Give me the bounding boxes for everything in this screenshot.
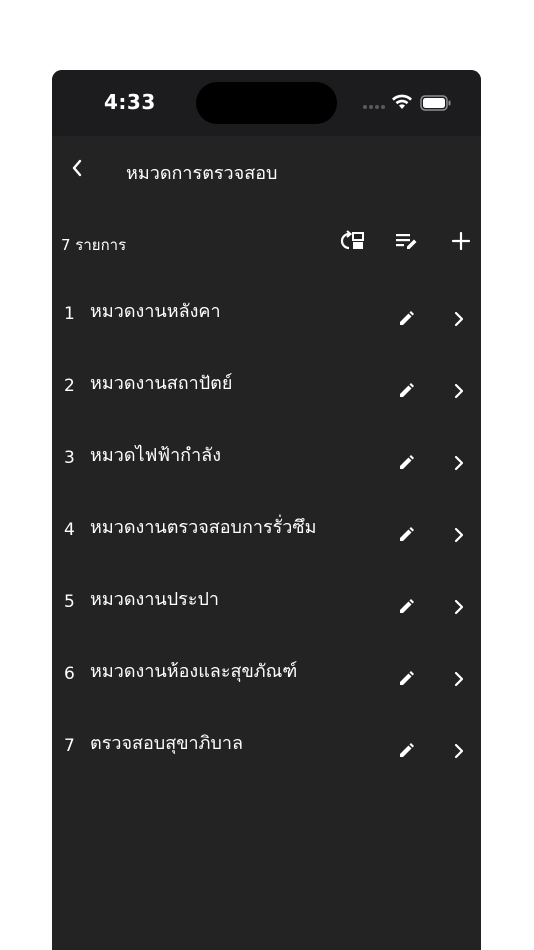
reorder-swap-icon[interactable] bbox=[339, 230, 365, 252]
status-bar: 4:33 bbox=[52, 70, 481, 136]
item-number: 3 bbox=[64, 448, 75, 468]
list-item[interactable]: 2 หมวดงานสถาปัตย์ bbox=[52, 342, 481, 414]
list-item[interactable]: 7 ตรวจสอบสุขาภิบาล bbox=[52, 702, 481, 774]
battery-icon bbox=[420, 95, 451, 111]
chevron-left-icon[interactable] bbox=[70, 158, 84, 178]
item-title: หมวดไฟฟ้ากำลัง bbox=[90, 445, 222, 466]
pencil-icon[interactable] bbox=[397, 382, 415, 400]
pencil-icon[interactable] bbox=[397, 670, 415, 688]
chevron-right-icon[interactable] bbox=[453, 598, 465, 616]
item-number: 6 bbox=[64, 664, 75, 684]
item-title: หมวดงานหลังคา bbox=[90, 301, 221, 322]
item-number: 2 bbox=[64, 376, 75, 396]
list-item[interactable]: 1 หมวดงานหลังคา bbox=[52, 270, 481, 342]
item-title: หมวดงานประปา bbox=[90, 589, 220, 610]
list-toolbar: 7 รายการ bbox=[52, 222, 481, 262]
pencil-icon[interactable] bbox=[397, 310, 415, 328]
item-title: ตรวจสอบสุขาภิบาล bbox=[90, 733, 244, 754]
list-item[interactable]: 5 หมวดงานประปา bbox=[52, 558, 481, 630]
app-screen: 4:33 หมวดการตรวจสอบ 7 รายการ 1 หมวดงานหล… bbox=[52, 70, 481, 950]
item-number: 5 bbox=[64, 592, 75, 612]
status-time: 4:33 bbox=[104, 90, 156, 114]
chevron-right-icon[interactable] bbox=[453, 454, 465, 472]
item-number: 1 bbox=[64, 304, 75, 324]
pencil-icon[interactable] bbox=[397, 742, 415, 760]
list-item[interactable]: 3 หมวดไฟฟ้ากำลัง bbox=[52, 414, 481, 486]
item-title: หมวดงานห้องและสุขภัณฑ์ bbox=[90, 661, 298, 682]
page-title: หมวดการตรวจสอบ bbox=[126, 163, 278, 184]
item-title: หมวดงานตรวจสอบการรั่วซึม bbox=[90, 517, 317, 538]
wifi-icon bbox=[392, 94, 412, 109]
chevron-right-icon[interactable] bbox=[453, 670, 465, 688]
chevron-right-icon[interactable] bbox=[453, 310, 465, 328]
pencil-icon[interactable] bbox=[397, 526, 415, 544]
item-number: 7 bbox=[64, 736, 75, 756]
dynamic-island bbox=[196, 82, 337, 124]
list-item[interactable]: 4 หมวดงานตรวจสอบการรั่วซึม bbox=[52, 486, 481, 558]
pencil-icon[interactable] bbox=[397, 454, 415, 472]
cellular-signal-icon bbox=[363, 105, 385, 109]
chevron-right-icon[interactable] bbox=[453, 742, 465, 760]
pencil-icon[interactable] bbox=[397, 598, 415, 616]
list-item[interactable]: 6 หมวดงานห้องและสุขภัณฑ์ bbox=[52, 630, 481, 702]
item-number: 4 bbox=[64, 520, 75, 540]
chevron-right-icon[interactable] bbox=[453, 382, 465, 400]
item-title: หมวดงานสถาปัตย์ bbox=[90, 373, 233, 394]
add-icon[interactable] bbox=[450, 230, 472, 252]
edit-list-icon[interactable] bbox=[394, 230, 420, 252]
item-count-label: 7 รายการ bbox=[61, 236, 127, 254]
chevron-right-icon[interactable] bbox=[453, 526, 465, 544]
navigation-bar: หมวดการตรวจสอบ bbox=[52, 136, 481, 202]
